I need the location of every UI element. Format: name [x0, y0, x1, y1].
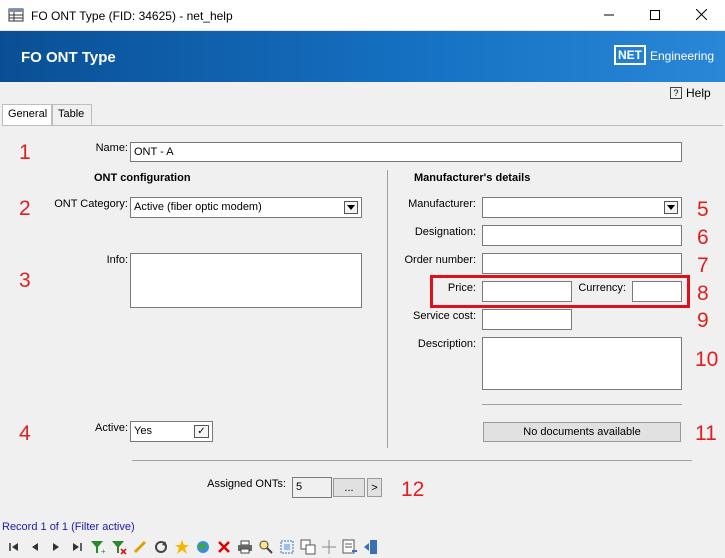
manufacturer-label: Manufacturer: [408, 198, 476, 210]
maximize-button[interactable] [632, 0, 678, 31]
globe-icon[interactable] [194, 538, 212, 556]
service-cost-label: Service cost: [413, 310, 476, 322]
designation-label: Designation: [414, 226, 476, 238]
ont-category-label: ONT Category: [54, 198, 128, 210]
title-bar: FO ONT Type (FID: 34625) - net_help [0, 0, 725, 31]
logo-text: Engineering [650, 49, 715, 63]
active-value: Yes [134, 425, 152, 437]
service-cost-field[interactable] [482, 309, 572, 330]
documents-divider [482, 404, 682, 405]
net-logo: NET [614, 45, 646, 65]
assigned-onts-browse-button[interactable]: ... [333, 478, 365, 497]
designation-field[interactable] [482, 225, 682, 246]
help-button[interactable]: ? Help [670, 86, 711, 100]
marker-12: 12 [401, 478, 425, 501]
banner-title: FO ONT Type [21, 49, 116, 66]
marker-5: 5 [697, 198, 709, 221]
minimize-icon [604, 9, 614, 23]
delete-icon[interactable] [215, 538, 233, 556]
record-status: Record 1 of 1 (Filter active) [2, 521, 135, 533]
filter-add-icon[interactable]: + [89, 538, 107, 556]
refresh-icon[interactable] [152, 538, 170, 556]
manufacturer-select[interactable] [482, 197, 682, 218]
marker-8: 8 [697, 282, 709, 305]
close-icon [695, 8, 707, 23]
ont-category-value: Active (fiber optic modem) [134, 201, 262, 213]
close-button[interactable] [678, 0, 724, 31]
active-label: Active: [94, 422, 128, 434]
order-number-field[interactable] [482, 253, 682, 274]
currency-field[interactable] [632, 281, 682, 302]
print-icon[interactable] [236, 538, 254, 556]
marker-10: 10 [695, 348, 719, 371]
checkmark-icon: ✓ [194, 425, 209, 438]
section-divider [132, 460, 692, 461]
first-record-icon[interactable] [5, 538, 23, 556]
filter-remove-icon[interactable] [110, 538, 128, 556]
info-textarea[interactable] [130, 253, 362, 308]
name-field[interactable]: ONT - A [130, 142, 682, 162]
currency-label: Currency: [578, 282, 626, 294]
documents-button[interactable]: No documents available [483, 422, 681, 442]
help-bar: ? Help [0, 82, 725, 104]
new-star-icon[interactable] [173, 538, 191, 556]
marker-3: 3 [19, 269, 31, 292]
order-number-label: Order number: [404, 254, 476, 266]
svg-text:+: + [101, 547, 106, 555]
maximize-icon [650, 9, 660, 23]
copy-icon[interactable] [299, 538, 317, 556]
info-label: Info: [106, 254, 128, 266]
description-label: Description: [417, 338, 476, 350]
marker-2: 2 [19, 197, 31, 220]
marker-6: 6 [697, 226, 709, 249]
assigned-onts-goto-button[interactable]: > [367, 478, 382, 497]
prev-record-icon[interactable] [26, 538, 44, 556]
assigned-onts-label: Assigned ONTs: [207, 478, 286, 490]
move-icon[interactable] [320, 538, 338, 556]
tab-table[interactable]: Table [52, 104, 92, 125]
assigned-onts-count: 5 [292, 477, 332, 498]
marker-7: 7 [697, 254, 709, 277]
edit-pencil-icon[interactable] [131, 538, 149, 556]
chevron-down-icon [664, 201, 678, 214]
minimize-button[interactable] [586, 0, 632, 31]
price-field[interactable] [482, 281, 572, 302]
description-textarea[interactable] [482, 337, 682, 390]
active-checkbox-field[interactable]: Yes ✓ [130, 421, 213, 442]
exit-icon[interactable] [362, 538, 380, 556]
zoom-icon[interactable] [257, 538, 275, 556]
price-label: Price: [447, 282, 476, 294]
marker-11: 11 [695, 422, 717, 445]
marker-1: 1 [19, 141, 31, 164]
record-toolbar: + [0, 535, 725, 558]
next-record-icon[interactable] [47, 538, 65, 556]
manufacturer-header: Manufacturer's details [414, 172, 531, 184]
name-label: Name: [95, 142, 128, 154]
window-title: FO ONT Type (FID: 34625) - net_help [31, 9, 233, 23]
last-record-icon[interactable] [68, 538, 86, 556]
help-label: Help [686, 86, 711, 100]
tab-general[interactable]: General [2, 104, 52, 126]
header-banner: FO ONT Type NET Engineering [0, 31, 725, 82]
marker-9: 9 [697, 309, 709, 332]
help-icon: ? [670, 87, 682, 99]
ont-config-header: ONT configuration [94, 172, 191, 184]
ont-category-select[interactable]: Active (fiber optic modem) [130, 197, 362, 218]
select-icon[interactable] [278, 538, 296, 556]
marker-4: 4 [19, 422, 31, 445]
app-table-icon [8, 7, 24, 23]
chevron-down-icon [344, 201, 358, 214]
report-icon[interactable] [341, 538, 359, 556]
column-divider [387, 170, 388, 448]
